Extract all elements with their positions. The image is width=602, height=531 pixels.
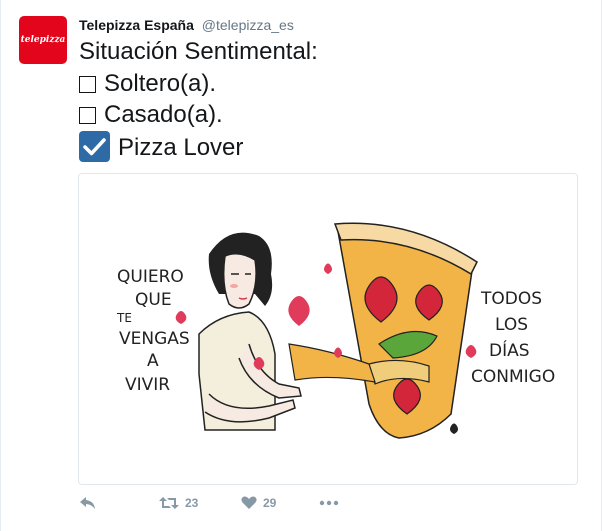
right-script-line-2: LOS: [495, 315, 528, 335]
empty-checkbox-icon: [79, 107, 96, 124]
pizza-slice: [288, 222, 478, 439]
text-line-2-label: Soltero(a).: [104, 69, 217, 97]
text-line-4-label: Pizza Lover: [118, 133, 244, 161]
text-line-3-label: Casado(a).: [104, 101, 223, 128]
text-line-4: Pizza Lover: [79, 130, 318, 164]
right-script-line-4: CONMIGO: [471, 367, 555, 387]
left-script-line-5: A: [147, 351, 159, 371]
left-script: QUIERO QUE TE VENGAS A VIVIR: [116, 267, 190, 395]
text-line-1: Situación Sentimental:: [79, 36, 318, 68]
right-script: TODOS LOS DÍAS CONMIGO: [471, 289, 555, 387]
girl-figure: [198, 232, 302, 431]
retweet-count: 23: [185, 496, 199, 510]
heart-icon: [241, 496, 257, 509]
tweet-card[interactable]: telepizza Telepizza España @telepizza_es…: [0, 0, 602, 531]
avatar-logo-text: telepizza: [20, 35, 66, 45]
like-button[interactable]: 29: [241, 496, 276, 510]
left-script-line-4: VENGAS: [119, 329, 190, 349]
like-count: 29: [263, 496, 277, 510]
reply-button[interactable]: [79, 496, 96, 510]
check-mark-icon: [79, 130, 110, 162]
left-script-line-6: VIVIR: [125, 375, 170, 395]
retweet-button[interactable]: 23: [159, 496, 198, 510]
tweet-media-image[interactable]: QUIERO QUE TE VENGAS A VIVIR TODOS LOS D…: [78, 173, 578, 485]
small-black-heart: [450, 423, 458, 434]
more-icon: [319, 500, 339, 506]
left-script-line-2: QUE: [135, 290, 172, 310]
left-script-line-1: QUIERO: [117, 267, 184, 287]
pizza-lover-illustration: QUIERO QUE TE VENGAS A VIVIR TODOS LOS D…: [116, 222, 555, 439]
left-script-line-3: TE: [116, 311, 132, 325]
right-script-line-3: DÍAS: [489, 339, 530, 361]
display-name[interactable]: Telepizza España: [79, 17, 194, 33]
text-line-3: Casado(a).: [79, 99, 318, 131]
text-line-2: Soltero(a).: [79, 68, 318, 100]
more-button[interactable]: [319, 500, 339, 506]
retweet-icon: [159, 497, 179, 509]
tweet-header: Telepizza España @telepizza_es: [79, 16, 294, 34]
user-handle[interactable]: @telepizza_es: [202, 17, 294, 33]
reply-icon: [80, 497, 95, 509]
avatar[interactable]: telepizza: [19, 16, 67, 64]
text-line-1-label: Situación Sentimental:: [79, 38, 318, 65]
empty-checkbox-icon: [79, 75, 96, 93]
tweet-text: Situación Sentimental: Soltero(a). Casad…: [79, 36, 318, 163]
right-script-line-1: TODOS: [480, 289, 542, 309]
